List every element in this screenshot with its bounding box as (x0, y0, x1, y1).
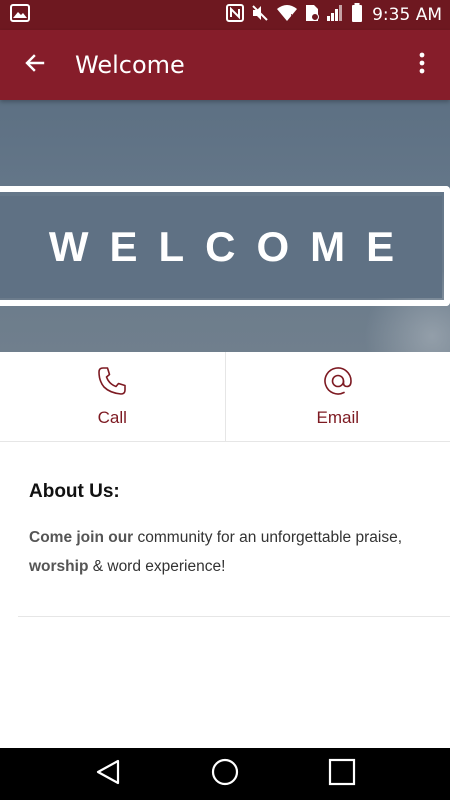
about-section: About Us: Come join our community for an… (0, 443, 450, 581)
arrow-back-icon (23, 51, 47, 80)
about-body: Come join our community for an unforgett… (29, 523, 422, 581)
image-notification-icon (10, 3, 30, 27)
nav-recents-button[interactable] (312, 748, 372, 800)
about-body-text-2: & word experience! (88, 558, 226, 575)
app-bar: Welcome (0, 30, 450, 100)
about-body-bold-1: Come join our (29, 529, 134, 546)
at-sign-icon (322, 365, 354, 402)
divider (18, 616, 450, 617)
call-label: Call (97, 408, 127, 427)
nfc-icon (226, 3, 245, 27)
contact-actions: Call Email (0, 352, 450, 442)
system-nav-bar (0, 748, 450, 800)
email-button[interactable]: Email (224, 352, 450, 441)
nav-home-button[interactable] (195, 748, 255, 800)
status-time: 9:35 AM (372, 5, 442, 25)
svg-text:!: ! (290, 13, 293, 22)
nav-back-button[interactable] (78, 748, 138, 800)
home-circle-icon (211, 758, 239, 791)
overflow-menu-button[interactable] (394, 30, 450, 100)
more-vert-icon (419, 52, 425, 79)
signal-icon (326, 4, 344, 27)
email-label: Email (316, 408, 359, 427)
welcome-panel: WELCOME (0, 196, 442, 298)
recents-square-icon (328, 758, 356, 791)
welcome-banner-text: WELCOME (48, 223, 416, 270)
sim-icon (305, 4, 320, 27)
about-body-text-1: community for an unforgettable praise, (133, 529, 403, 546)
hero-banner: WELCOME (0, 100, 450, 352)
wifi-icon: ! (276, 4, 298, 27)
back-triangle-icon (95, 758, 121, 791)
about-body-bold-2: worship (29, 558, 89, 575)
call-button[interactable]: Call (0, 352, 225, 441)
back-button[interactable] (0, 30, 70, 100)
status-bar: ! 9:35 AM (0, 0, 450, 30)
about-heading: About Us: (29, 481, 120, 502)
phone-icon (96, 365, 128, 402)
mute-icon (251, 4, 269, 27)
page-title: Welcome (75, 51, 185, 79)
battery-icon (351, 2, 363, 28)
